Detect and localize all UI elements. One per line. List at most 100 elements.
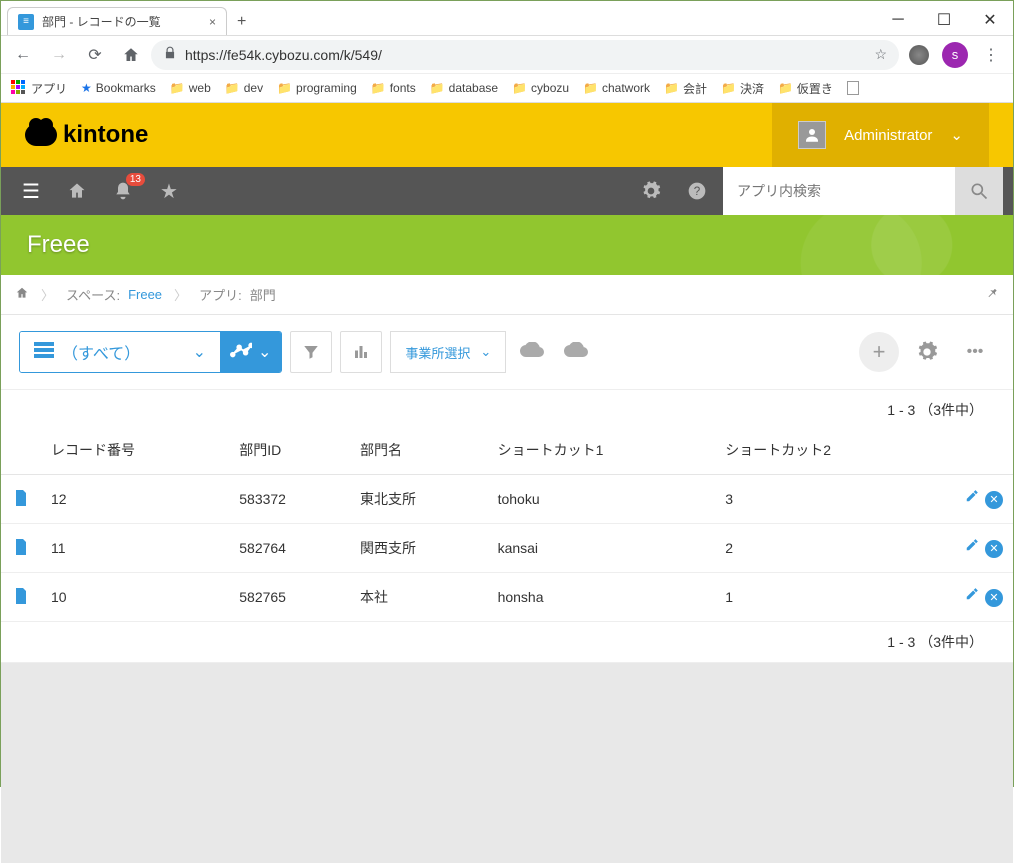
table-row[interactable]: 12583372東北支所tohoku3✕ <box>1 475 1013 524</box>
nav-forward-icon[interactable]: → <box>43 39 75 71</box>
cell-record-no: 10 <box>41 573 229 622</box>
notification-badge: 13 <box>126 173 145 186</box>
browser-menu-icon[interactable]: ⋮ <box>975 39 1007 71</box>
empty-area <box>1 663 1013 863</box>
bookmark-star-icon[interactable]: ☆ <box>874 46 887 63</box>
bookmark-item[interactable]: 📁fonts <box>371 81 416 95</box>
profile-avatar[interactable]: s <box>939 39 971 71</box>
star-icon[interactable]: ★ <box>149 171 189 211</box>
kintone-cloud-icon <box>25 124 57 146</box>
col-dept-name[interactable]: 部門名 <box>350 426 488 475</box>
bookmark-blank-icon[interactable] <box>847 81 859 95</box>
edit-icon[interactable] <box>965 588 979 604</box>
nav-back-icon[interactable]: ← <box>7 39 39 71</box>
apps-button[interactable]: アプリ <box>11 80 67 97</box>
cell-dept-id: 583372 <box>229 475 350 524</box>
col-shortcut2[interactable]: ショートカット2 <box>715 426 943 475</box>
window-close-icon[interactable]: ✕ <box>967 5 1013 35</box>
cell-record-no: 11 <box>41 524 229 573</box>
gear-icon[interactable] <box>631 171 671 211</box>
cell-dept-id: 582764 <box>229 524 350 573</box>
extension-icon[interactable] <box>903 39 935 71</box>
app-nav: ☰ 13 ★ ? <box>1 167 1013 215</box>
window-minimize-icon[interactable]: ─ <box>875 5 921 35</box>
pin-icon[interactable] <box>985 286 999 303</box>
bookmark-item[interactable]: 📁仮置き <box>778 80 833 97</box>
more-icon[interactable]: ••• <box>955 332 995 372</box>
cell-shortcut2: 3 <box>715 475 943 524</box>
nav-reload-icon[interactable]: ⟳ <box>79 39 111 71</box>
crumb-sep-icon: 〉 <box>37 285 58 304</box>
table-row[interactable]: 11582764関西支所kansai2✕ <box>1 524 1013 573</box>
record-icon[interactable] <box>14 591 28 607</box>
omnibox[interactable]: https://fe54k.cybozu.com/k/549/ ☆ <box>151 40 899 70</box>
cell-shortcut2: 1 <box>715 573 943 622</box>
help-icon[interactable]: ? <box>677 171 717 211</box>
url-text: https://fe54k.cybozu.com/k/549/ <box>185 47 382 63</box>
window-maximize-icon[interactable]: ☐ <box>921 5 967 35</box>
record-table: レコード番号 部門ID 部門名 ショートカット1 ショートカット2 12 5833… <box>1 426 1013 622</box>
edit-icon[interactable] <box>965 539 979 555</box>
app-title: Freee <box>27 231 90 259</box>
crumb-sep-icon: 〉 <box>170 285 191 304</box>
browser-tab[interactable]: ≡ 部門 - レコードの一覧 × <box>7 7 227 35</box>
delete-icon[interactable]: ✕ <box>985 540 1003 558</box>
search-input[interactable] <box>723 183 955 199</box>
col-dept-id[interactable]: 部門ID <box>229 426 350 475</box>
record-toolbar: （すべて） ⌄ ⌄ 事業所選択 ⌄ + ••• <box>1 315 1013 390</box>
bookmark-item[interactable]: ★Bookmarks <box>81 81 156 95</box>
cell-shortcut1: tohoku <box>488 475 716 524</box>
tab-title: 部門 - レコードの一覧 <box>42 13 161 30</box>
business-selector[interactable]: 事業所選択 ⌄ <box>390 331 506 373</box>
user-menu[interactable]: Administrator ⌄ <box>772 103 989 167</box>
biz-select-label: 事業所選択 <box>405 343 470 362</box>
col-shortcut1[interactable]: ショートカット1 <box>488 426 716 475</box>
bookmark-item[interactable]: 📁cybozu <box>512 81 569 95</box>
menu-hamburger-icon[interactable]: ☰ <box>11 171 51 211</box>
tab-close-icon[interactable]: × <box>209 15 216 29</box>
home-icon[interactable] <box>57 171 97 211</box>
col-record-no[interactable]: レコード番号 <box>41 426 229 475</box>
bookmark-item[interactable]: 📁database <box>430 81 498 95</box>
search-icon[interactable] <box>955 167 1003 215</box>
kintone-logo[interactable]: kintone <box>25 121 148 149</box>
nav-home-icon[interactable] <box>115 39 147 71</box>
delete-icon[interactable]: ✕ <box>985 589 1003 607</box>
table-view-icon <box>34 342 54 363</box>
app-title-band: Freee <box>1 215 1013 275</box>
cloud-download-icon[interactable] <box>514 334 550 370</box>
crumb-space-label: スペース: <box>66 285 120 304</box>
crumb-app-label: アプリ: <box>199 285 242 304</box>
bookmark-item[interactable]: 📁programing <box>277 81 357 95</box>
add-record-button[interactable]: + <box>859 332 899 372</box>
cloud-upload-icon[interactable] <box>558 334 594 370</box>
bookmark-item[interactable]: 📁会計 <box>664 80 707 97</box>
cell-shortcut1: honsha <box>488 573 716 622</box>
cell-dept-name: 関西支所 <box>350 524 488 573</box>
chart-icon[interactable] <box>340 331 382 373</box>
bookmark-item[interactable]: 📁決済 <box>721 80 764 97</box>
record-icon[interactable] <box>14 493 28 509</box>
bookmark-bar: アプリ ★Bookmarks 📁web 📁dev 📁programing 📁fo… <box>1 73 1013 103</box>
settings-gear-icon[interactable] <box>907 332 947 372</box>
bookmark-item[interactable]: 📁dev <box>225 81 263 95</box>
crumb-app-name: 部門 <box>250 285 276 304</box>
table-row[interactable]: 10582765本社honsha1✕ <box>1 573 1013 622</box>
crumb-space-link[interactable]: Freee <box>128 287 162 302</box>
app-search <box>723 167 1003 215</box>
browser-toolbar: ← → ⟳ https://fe54k.cybozu.com/k/549/ ☆ … <box>1 35 1013 73</box>
crumb-home-icon[interactable] <box>15 286 29 303</box>
delete-icon[interactable]: ✕ <box>985 491 1003 509</box>
edit-icon[interactable] <box>965 490 979 506</box>
svg-text:?: ? <box>694 185 701 198</box>
cell-shortcut2: 2 <box>715 524 943 573</box>
graph-view-button[interactable]: ⌄ <box>220 332 281 372</box>
bookmark-item[interactable]: 📁chatwork <box>583 81 650 95</box>
bell-icon[interactable]: 13 <box>103 171 143 211</box>
bookmark-item[interactable]: 📁web <box>170 81 211 95</box>
view-selector[interactable]: （すべて） ⌄ ⌄ <box>19 331 282 373</box>
record-icon[interactable] <box>14 542 28 558</box>
filter-icon[interactable] <box>290 331 332 373</box>
breadcrumb: 〉 スペース: Freee 〉 アプリ: 部門 <box>1 275 1013 315</box>
new-tab-button[interactable]: + <box>227 9 256 35</box>
